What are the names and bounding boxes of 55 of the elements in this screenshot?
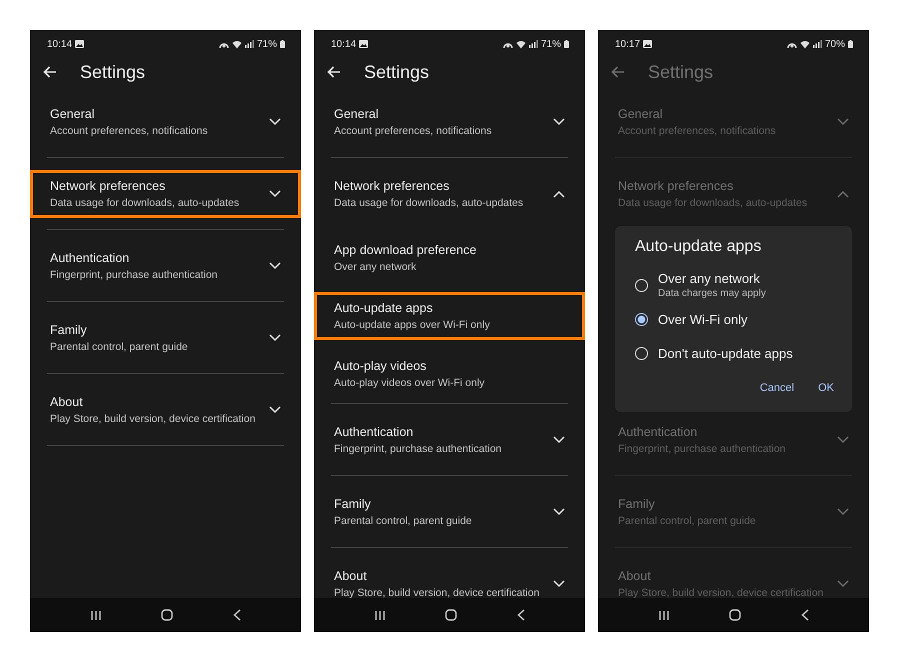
- status-time: 10:14: [47, 38, 72, 50]
- home-icon[interactable]: [161, 609, 174, 621]
- status-time: 10:17: [615, 38, 640, 50]
- settings-row[interactable]: About Play Store, build version, device certification: [30, 386, 301, 434]
- recent-apps-icon[interactable]: [658, 610, 670, 620]
- settings-row[interactable]: Authentication Fingerprint, purchase authentication: [314, 416, 585, 464]
- screen-title: Settings: [364, 62, 430, 82]
- option-label: Over any network: [658, 271, 761, 286]
- settings-row[interactable]: Family Parental control, parent guide: [314, 488, 585, 536]
- settings-row[interactable]: About Play Store, build version, device certification: [314, 560, 585, 598]
- dialog-button[interactable]: Cancel: [760, 380, 794, 396]
- image-icon: [75, 40, 84, 48]
- radio-button[interactable]: [635, 312, 648, 326]
- settings-row[interactable]: General Account preferences, notifications: [314, 98, 585, 146]
- image-icon: [359, 40, 368, 48]
- dialog-title: Auto-update apps: [635, 238, 762, 256]
- back-icon[interactable]: [517, 609, 526, 621]
- settings-row[interactable]: Network preferences Data usage for downloads, auto-updates: [30, 170, 301, 218]
- battery-icon: [564, 40, 569, 48]
- back-arrow-icon[interactable]: [43, 66, 57, 78]
- settings-row[interactable]: Family Parental control, parent guide: [30, 314, 301, 362]
- signal-icon: [528, 40, 538, 48]
- screen-title: Settings: [648, 62, 714, 82]
- settings-row[interactable]: Auto-play videos Auto-play videos over Wi-Fi only: [314, 350, 585, 398]
- recent-apps-icon[interactable]: [374, 610, 386, 620]
- settings-row[interactable]: Authentication Fingerprint, purchase authentication: [30, 242, 301, 290]
- wifi-icon: [800, 40, 810, 48]
- option-label: Over Wi-Fi only: [658, 312, 748, 326]
- back-icon[interactable]: [801, 609, 810, 621]
- screen-title: Settings: [80, 62, 146, 82]
- settings-row[interactable]: General Account preferences, notifications: [30, 98, 301, 146]
- battery-icon: [280, 40, 285, 48]
- signal-icon: [244, 40, 254, 48]
- dialog-button[interactable]: OK: [818, 380, 834, 396]
- back-arrow-icon[interactable]: [327, 66, 341, 78]
- home-icon[interactable]: [729, 609, 742, 621]
- battery-icon: [848, 40, 853, 48]
- radio-button[interactable]: [635, 346, 648, 360]
- back-icon[interactable]: [233, 609, 242, 621]
- radio-button[interactable]: [635, 278, 648, 292]
- option-hint: Data charges may apply: [658, 288, 766, 299]
- settings-row[interactable]: Auto-update apps Auto-update apps over Wi-Fi only: [314, 292, 585, 340]
- battery-percent: 71%: [540, 38, 561, 50]
- battery-percent: 71%: [256, 38, 277, 50]
- image-icon: [643, 40, 652, 48]
- battery-percent: 70%: [824, 38, 845, 50]
- wifi-icon: [232, 40, 242, 48]
- signal-icon: [812, 40, 822, 48]
- home-icon[interactable]: [445, 609, 458, 621]
- wifi-icon: [516, 40, 526, 48]
- settings-row[interactable]: App download preference Over any network: [314, 234, 585, 282]
- status-time: 10:14: [331, 38, 356, 50]
- option-label: Don't auto-update apps: [658, 346, 793, 360]
- recent-apps-icon[interactable]: [90, 610, 102, 620]
- settings-row[interactable]: Network preferences Data usage for downloads, auto-updates: [314, 170, 585, 218]
